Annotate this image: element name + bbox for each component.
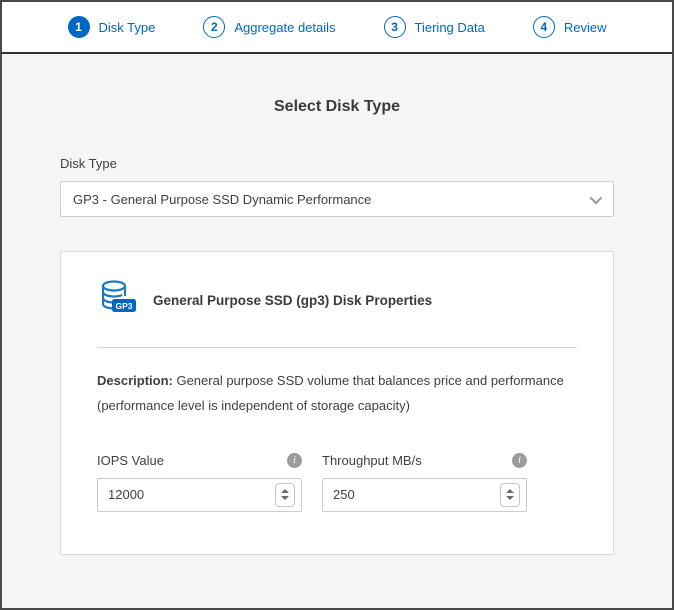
page-title: Select Disk Type [60, 98, 614, 116]
stepper-down-icon[interactable] [281, 496, 289, 500]
info-icon[interactable]: i [512, 453, 527, 468]
stepper-up-icon[interactable] [506, 489, 514, 493]
step-3-badge: 3 [384, 16, 406, 38]
throughput-field: Throughput MB/s i [322, 453, 527, 512]
throughput-input-wrapper [322, 478, 527, 512]
step-disk-type[interactable]: 1 Disk Type [68, 16, 156, 38]
card-divider [97, 347, 577, 348]
step-1-label: Disk Type [99, 20, 156, 35]
throughput-stepper[interactable] [500, 483, 520, 507]
step-aggregate-details[interactable]: 2 Aggregate details [203, 16, 335, 38]
iops-input[interactable] [98, 479, 301, 511]
wizard-window: 1 Disk Type 2 Aggregate details 3 Tierin… [0, 0, 674, 610]
stepper-up-icon[interactable] [281, 489, 289, 493]
step-4-badge: 4 [533, 16, 555, 38]
main-content: Select Disk Type Disk Type GP3 - General… [2, 98, 672, 555]
disk-type-select[interactable]: GP3 - General Purpose SSD Dynamic Perfor… [60, 181, 614, 217]
throughput-label: Throughput MB/s [322, 453, 422, 468]
step-3-label: Tiering Data [415, 20, 485, 35]
description-label: Description: [97, 373, 173, 388]
info-icon[interactable]: i [287, 453, 302, 468]
chevron-down-icon [590, 191, 603, 204]
disk-description: Description: General purpose SSD volume … [97, 368, 577, 419]
step-4-label: Review [564, 20, 607, 35]
performance-fields: IOPS Value i Throughput MB/s i [97, 453, 577, 512]
step-2-label: Aggregate details [234, 20, 335, 35]
gp3-disk-icon: GP3 [97, 278, 137, 323]
step-review[interactable]: 4 Review [533, 16, 607, 38]
card-header: GP3 General Purpose SSD (gp3) Disk Prope… [97, 278, 577, 323]
iops-input-wrapper [97, 478, 302, 512]
disk-type-selected-value: GP3 - General Purpose SSD Dynamic Perfor… [73, 192, 371, 207]
iops-field: IOPS Value i [97, 453, 302, 512]
step-2-badge: 2 [203, 16, 225, 38]
wizard-stepper: 1 Disk Type 2 Aggregate details 3 Tierin… [2, 2, 672, 54]
card-title: General Purpose SSD (gp3) Disk Propertie… [153, 293, 432, 308]
throughput-input[interactable] [323, 479, 526, 511]
stepper-down-icon[interactable] [506, 496, 514, 500]
step-tiering-data[interactable]: 3 Tiering Data [384, 16, 485, 38]
disk-type-label: Disk Type [60, 156, 614, 171]
step-1-badge: 1 [68, 16, 90, 38]
gp3-icon-badge-text: GP3 [115, 301, 132, 311]
iops-stepper[interactable] [275, 483, 295, 507]
disk-properties-card: GP3 General Purpose SSD (gp3) Disk Prope… [60, 251, 614, 555]
iops-label: IOPS Value [97, 453, 164, 468]
